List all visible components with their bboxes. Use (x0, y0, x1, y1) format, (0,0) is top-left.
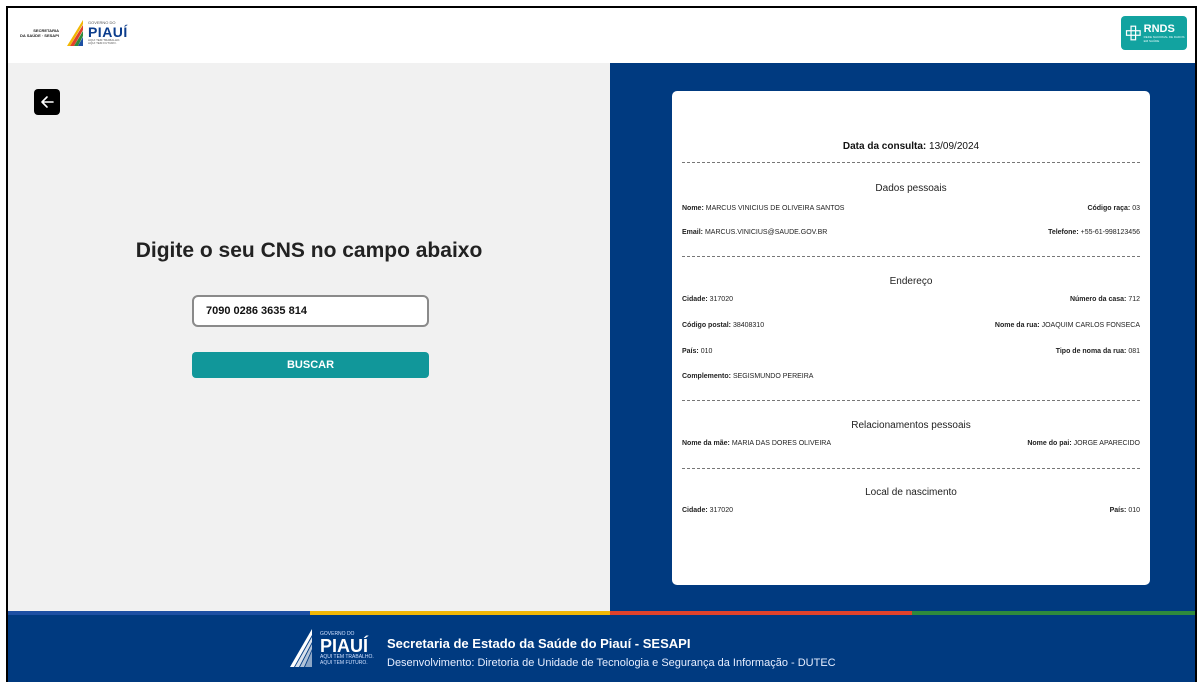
app-frame: SECRETARIA DA SAÚDE · SESAPI GOVERNO DO … (6, 6, 1197, 682)
footer-subtitle: Desenvolvimento: Diretoria de Unidade de… (387, 657, 836, 669)
consultation-date: Data da consulta: 13/09/2024 (672, 141, 1150, 152)
divider (682, 162, 1140, 163)
footer-logo-big: PIAUÍ (320, 636, 369, 657)
field-pais: País: 010 (682, 348, 713, 355)
back-button[interactable] (34, 89, 60, 115)
field-codigo-raca: Código raça: 03 (1087, 205, 1140, 212)
cns-title: Digite o seu CNS no campo abaixo (135, 239, 483, 262)
date-value: 13/09/2024 (929, 141, 980, 152)
field-telefone: Telefone: +55-61-998123456 (1048, 229, 1140, 236)
footer-logo-tag2: AQUI TEM FUTURO. (320, 659, 368, 666)
field-codigo-postal: Código postal: 38408310 (682, 322, 765, 329)
gov-piaui-logo: GOVERNO DO PIAUÍ AQUI TEM TRABALHO. AQUI… (65, 18, 128, 48)
result-card: Data da consulta: 13/09/2024 Dados pesso… (672, 91, 1150, 585)
sesapi-logo: SECRETARIA DA SAÚDE · SESAPI GOVERNO DO … (20, 18, 128, 48)
piaui-flag-icon (66, 20, 83, 46)
footer-title: Secretaria de Estado da Saúde do Piauí -… (387, 636, 691, 651)
field-nascimento-pais: País: 010 (1109, 507, 1140, 514)
divider (682, 256, 1140, 257)
section-personal-title: Dados pessoais (875, 183, 947, 194)
field-nome-mae: Nome da mãe: MARIA DAS DORES OLIVEIRA (682, 440, 832, 447)
footer-gov-logo: GOVERNO DO PIAUÍ AQUI TEM TRABALHO. AQUI… (286, 627, 374, 671)
sesapi-logo-text: SECRETARIA DA SAÚDE · SESAPI (20, 28, 59, 38)
search-panel: Digite o seu CNS no campo abaixo BUSCAR (8, 63, 610, 611)
divider (682, 468, 1140, 469)
field-email: Email: MARCUS.VINICIUS@SAUDE.GOV.BR (682, 229, 828, 236)
field-tipo-rua: Tipo de noma da rua: 081 (1055, 348, 1140, 355)
field-nascimento-cidade: Cidade: 317020 (682, 507, 733, 514)
section-relations-title: Relacionamentos pessoais (851, 420, 971, 431)
divider (682, 400, 1140, 401)
rnds-logo-text: RNDS (1143, 22, 1175, 35)
gov-logo-tag2: AQUI TEM FUTURO. (87, 41, 117, 45)
section-birth-title: Local de nascimento (865, 487, 957, 498)
section-address-title: Endereço (889, 276, 933, 287)
arrow-left-icon (41, 96, 54, 108)
cns-input[interactable] (192, 295, 429, 327)
sesapi-line2: DA SAÚDE · SESAPI (20, 33, 59, 38)
field-nome-rua: Nome da rua: JOAQUIM CARLOS FONSECA (994, 322, 1140, 329)
search-button[interactable]: BUSCAR (192, 352, 429, 378)
field-numero-casa: Número da casa: 712 (1069, 296, 1140, 303)
field-nome-pai: Nome do pai: JORGE APARECIDO (1027, 440, 1140, 447)
field-complemento: Complemento: SEGISMUNDO PEREIRA (682, 373, 814, 380)
result-panel: Data da consulta: 13/09/2024 Dados pesso… (610, 63, 1195, 611)
rnds-logo-sub: REDE NACIONAL DE DADOS EM SAÚDE (1143, 34, 1185, 43)
rnds-logo: RNDS REDE NACIONAL DE DADOS EM SAÚDE (1121, 16, 1187, 50)
date-label: Data da consulta: (842, 141, 927, 152)
field-nome: Nome: MARCUS VINICIUS DE OLIVEIRA SANTOS (682, 205, 845, 212)
field-cidade: Cidade: 317020 (682, 296, 733, 303)
rnds-cross-icon (1125, 25, 1141, 41)
piaui-map-icon (290, 629, 312, 667)
gov-logo-big: PIAUÍ (87, 24, 128, 40)
header: SECRETARIA DA SAÚDE · SESAPI GOVERNO DO … (8, 8, 1195, 63)
footer: GOVERNO DO PIAUÍ AQUI TEM TRABALHO. AQUI… (8, 615, 1195, 682)
